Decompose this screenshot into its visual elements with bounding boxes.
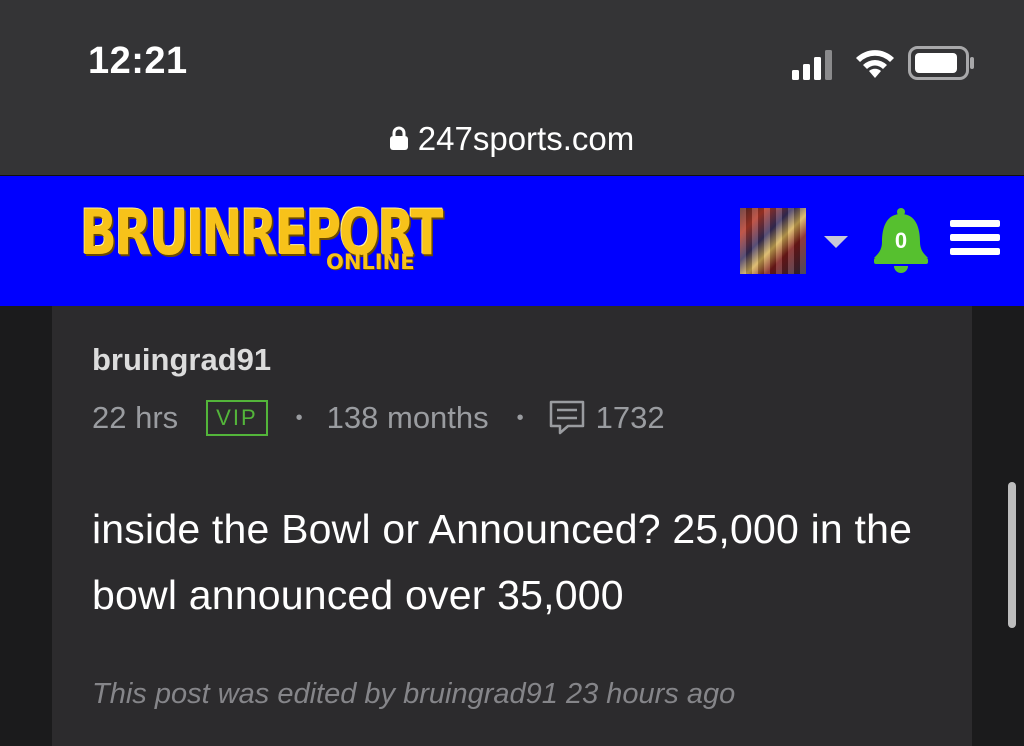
signal-icon [792, 50, 832, 80]
separator-dot: • [295, 406, 303, 429]
post-age: 22 hrs [92, 400, 179, 435]
bruin-report-logo[interactable]: BRUINREPORT ONLINE [80, 196, 443, 292]
scrollbar-thumb[interactable] [1008, 482, 1016, 628]
vip-badge: VIP [206, 400, 268, 436]
post-body: inside the Bowl or Announced? 25,000 in … [92, 506, 913, 618]
page-margin-right [972, 306, 1024, 746]
caret-down-icon[interactable] [822, 234, 850, 250]
notification-count: 0 [894, 228, 908, 253]
post-count: 1732 [595, 400, 665, 435]
separator-dot: • [516, 406, 524, 429]
member-duration: 138 months [326, 400, 489, 435]
logo-subtext: ONLINE [326, 250, 415, 274]
post-author[interactable]: bruingrad91 [92, 342, 271, 378]
wifi-icon [856, 50, 894, 78]
status-bar: 12:21 [0, 0, 1024, 108]
hamburger-menu-icon[interactable] [950, 218, 1000, 258]
post-meta: 22 hrs VIP • 138 months • 1732 [92, 398, 665, 438]
status-time: 12:21 [88, 40, 188, 82]
battery-icon [908, 46, 974, 80]
address-bar[interactable]: 247sports.com [0, 108, 1024, 176]
user-avatar[interactable] [740, 208, 806, 274]
url-text[interactable]: 247sports.com [418, 120, 634, 157]
page-margin-left [0, 306, 52, 746]
edited-note: This post was edited by bruingrad91 23 h… [92, 678, 736, 710]
comment-icon [549, 400, 584, 435]
lock-icon [389, 126, 408, 151]
